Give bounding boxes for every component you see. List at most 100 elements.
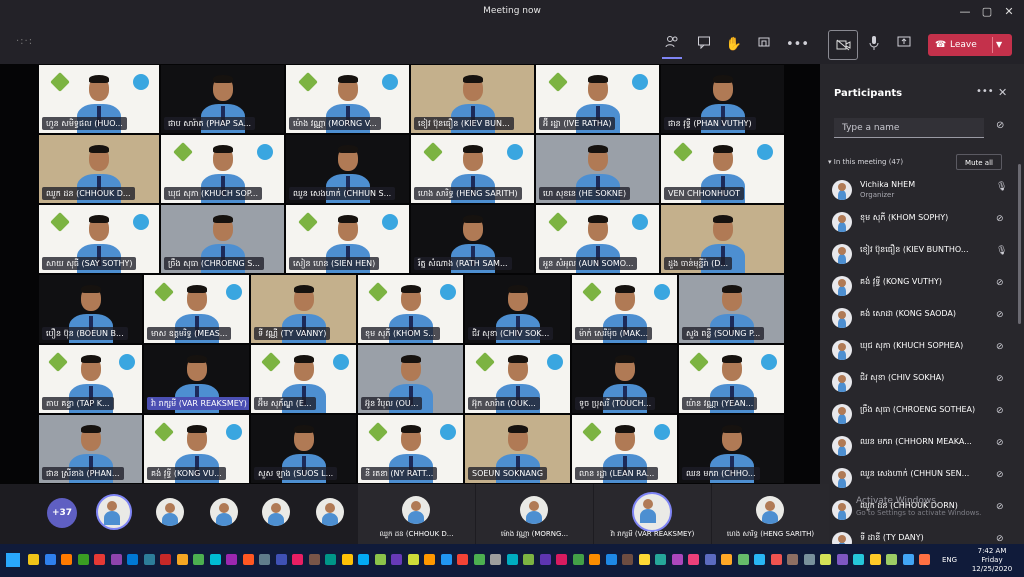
taskbar-app-icon[interactable] — [737, 554, 749, 565]
taskbar-app-icon[interactable] — [28, 554, 39, 565]
video-tile[interactable]: អ៊ុក សារ៉ាត (OUK... — [465, 345, 570, 413]
language-indicator[interactable]: ENG — [942, 556, 957, 564]
taskbar-app-icon[interactable] — [506, 554, 518, 565]
taskbar-app-icon[interactable] — [869, 554, 881, 565]
video-tile[interactable]: វ៉ា រាក្សមី (VAR REAKSMEY) — [144, 345, 249, 413]
taskbar-app-icon[interactable] — [688, 554, 699, 565]
taskbar-app-icon[interactable] — [622, 554, 633, 565]
video-tile[interactable]: ហេ សុខនេ (HE SOKNE) — [536, 135, 659, 203]
taskbar-app-icon[interactable] — [259, 554, 270, 565]
video-tile[interactable]: ជិវ សុខា (CHIV SOK... — [465, 275, 570, 343]
taskbar-app-icon[interactable] — [853, 554, 864, 565]
taskbar-app-icon[interactable] — [325, 554, 336, 565]
taskbar-app-icon[interactable] — [457, 554, 468, 565]
microphone-muted-icon[interactable]: ⊘ — [996, 278, 1004, 288]
raise-hand-icon[interactable]: ✋ — [724, 35, 744, 55]
taskbar-app-icon[interactable] — [358, 554, 369, 565]
video-tile[interactable]: គង់ វុទ្ធី (KONG VU... — [144, 415, 249, 483]
participant-row[interactable]: គង់ វុទ្ធី (KONG VUTHY) ⊘ — [832, 272, 1012, 298]
search-input[interactable]: Type a name — [834, 118, 984, 138]
microphone-muted-icon[interactable]: ⊘ — [996, 310, 1004, 320]
video-tile[interactable]: ខុម សុភី (KHOM S... — [358, 275, 463, 343]
video-tile[interactable]: សួង ពន្លឺ (SOUNG P... — [679, 275, 784, 343]
strip-video-tile[interactable]: ហេង សារិទ្ធ (HENG SARITH) — [712, 484, 829, 544]
taskbar-app-icon[interactable] — [407, 554, 419, 565]
participant-row[interactable]: ជិវ សុខា (CHIV SOKHA) ⊘ — [832, 368, 1012, 394]
taskbar-app-icon[interactable] — [77, 554, 89, 565]
video-tile[interactable]: ហេង សារិទ្ធ (HENG SARITH) — [411, 135, 534, 203]
taskbar-app-icon[interactable] — [919, 554, 930, 565]
video-tile[interactable]: ឃុជ សុភា (KHUCH SOP... — [161, 135, 284, 203]
taskbar-app-icon[interactable] — [721, 554, 732, 565]
video-tile[interactable]: អ៊ូន វិបុល (OU... — [358, 345, 463, 413]
taskbar-app-icon[interactable] — [193, 554, 204, 565]
strip-video-tile[interactable]: ឈួក ដន (CHHOUK D... — [358, 484, 475, 544]
taskbar-app-icon[interactable] — [440, 554, 452, 565]
taskbar-app-icon[interactable] — [374, 554, 386, 565]
taskbar-app-icon[interactable] — [754, 554, 765, 565]
close-window-icon[interactable]: ✕ — [1000, 4, 1018, 20]
leave-button[interactable]: ☎ Leave ▼ — [928, 34, 1012, 56]
participants-icon[interactable] — [662, 35, 682, 55]
taskbar-app-icon[interactable] — [226, 554, 237, 565]
taskbar-app-icon[interactable] — [308, 554, 320, 565]
microphone-muted-icon[interactable]: ⊘ — [996, 342, 1004, 352]
microphone-muted-icon[interactable]: ⊘ — [996, 406, 1004, 416]
camera-button[interactable] — [828, 30, 858, 60]
taskbar-app-icon[interactable] — [242, 554, 254, 565]
video-tile[interactable]: ទូច ប្រុសរី (TOUCH... — [572, 345, 677, 413]
chat-icon[interactable] — [694, 35, 714, 55]
taskbar-app-icon[interactable] — [110, 554, 122, 565]
chevron-down-icon[interactable]: ▼ — [996, 34, 1002, 56]
taskbar-app-icon[interactable] — [391, 554, 402, 565]
taskbar-app-icon[interactable] — [44, 554, 56, 565]
share-screen-icon[interactable] — [894, 35, 914, 55]
taskbar-app-icon[interactable] — [572, 554, 584, 565]
breakout-rooms-icon[interactable] — [754, 35, 774, 55]
taskbar-app-icon[interactable] — [209, 554, 221, 565]
participant-avatar[interactable] — [316, 498, 344, 526]
section-header[interactable]: ▾ In this meeting (47) — [828, 158, 903, 166]
clock[interactable]: 7:42 AM Friday 12/25/2020 — [964, 547, 1020, 574]
video-tile[interactable]: បឿន ប៊ុន (BOEUN B... — [39, 275, 142, 343]
taskbar-app-icon[interactable] — [655, 554, 666, 565]
taskbar-app-icon[interactable] — [341, 554, 353, 565]
taskbar-app-icon[interactable] — [127, 554, 138, 565]
share-invite-icon[interactable]: ⊘ — [996, 120, 1004, 131]
microphone-muted-icon[interactable]: ⊘ — [996, 214, 1004, 224]
taskbar-app-icon[interactable] — [902, 554, 914, 565]
close-panel-icon[interactable]: ✕ — [998, 86, 1007, 99]
microphone-muted-icon[interactable]: ⊘ — [996, 502, 1004, 512]
video-tile[interactable]: ឈន មករា (CHHO... — [679, 415, 784, 483]
taskbar-app-icon[interactable] — [160, 554, 171, 565]
microphone-muted-icon[interactable]: ⊘ — [996, 374, 1004, 384]
more-actions-icon[interactable]: ••• — [786, 35, 809, 55]
video-tile[interactable]: ខៀវ ប៊ុនធឿន (KIEV BUN... — [411, 65, 534, 133]
scrollbar[interactable] — [1018, 164, 1021, 324]
taskbar-app-icon[interactable] — [523, 554, 534, 565]
taskbar-app-icon[interactable] — [94, 554, 105, 565]
taskbar-app-icon[interactable] — [638, 554, 650, 565]
taskbar-app-icon[interactable] — [886, 554, 897, 565]
video-tile[interactable]: មាស ឧត្តមរិទ្ធ (MEAS... — [144, 275, 249, 343]
participant-row[interactable]: Vichika NHEM Organizer 🎙 — [832, 176, 1012, 202]
taskbar-app-icon[interactable] — [424, 554, 435, 565]
panel-more-icon[interactable]: ••• — [976, 86, 994, 97]
video-tile[interactable]: ហួន សមិទ្ធផល (HUO... — [39, 65, 159, 133]
participant-row[interactable]: ខៀវ ប៊ុនធឿន (KIEV BUNTHO... 🎙 — [832, 240, 1012, 266]
video-tile[interactable]: អ៊ី រដ្ឋា (IVE RATHA) — [536, 65, 659, 133]
video-tile[interactable]: ផាន វុទ្ធី (PHAN VUTHY) — [661, 65, 784, 133]
video-tile[interactable]: អួន សំអុល (AUN SOMO... — [536, 205, 659, 273]
windows-start-icon[interactable] — [6, 553, 20, 567]
microphone-muted-icon[interactable]: ⊘ — [996, 470, 1004, 480]
taskbar-app-icon[interactable] — [292, 554, 303, 565]
participant-avatar[interactable] — [262, 498, 290, 526]
participant-row[interactable]: គង់ សោដា (KONG SAODA) ⊘ — [832, 304, 1012, 330]
taskbar-app-icon[interactable] — [820, 554, 831, 565]
taskbar-app-icon[interactable] — [787, 554, 798, 565]
video-tile[interactable]: លាន រដ្ឋា (LEAN RA... — [572, 415, 677, 483]
video-tile[interactable]: ច្រឹង សុធា (CHROENG S... — [161, 205, 284, 273]
taskbar-app-icon[interactable] — [671, 554, 683, 565]
taskbar-app-icon[interactable] — [605, 554, 617, 565]
taskbar-app-icon[interactable] — [490, 554, 501, 565]
